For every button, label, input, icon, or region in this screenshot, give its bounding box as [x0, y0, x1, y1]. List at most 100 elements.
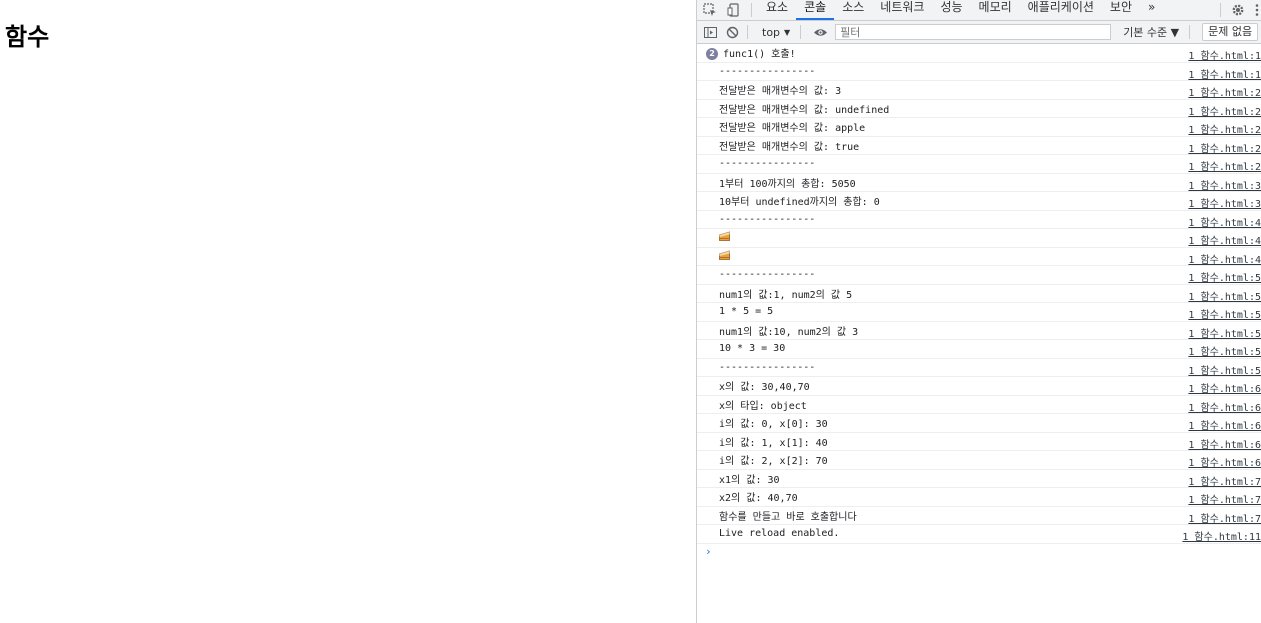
- tab-performance[interactable]: 성능: [932, 0, 970, 20]
- source-link[interactable]: 1 함수.html:11: [1182, 528, 1261, 543]
- source-link[interactable]: 1 함수.html:4: [1188, 214, 1261, 229]
- source-link[interactable]: 1 함수.html:4: [1188, 251, 1261, 266]
- console-message-row: x의 타입: object 1 함수.html:6: [697, 396, 1261, 414]
- gear-icon[interactable]: [1231, 3, 1245, 17]
- console-message-text: x의 타입: object: [719, 400, 807, 412]
- console-message-text: 전달받은 매개변수의 값: true: [719, 141, 860, 153]
- source-link[interactable]: 1 함수.html:4: [1188, 232, 1261, 247]
- log-levels-dropdown[interactable]: 기본 수준 ▼: [1119, 24, 1183, 40]
- source-link[interactable]: 1 함수.html:3: [1188, 177, 1261, 192]
- toolbar-divider: [1189, 25, 1191, 39]
- tab-network[interactable]: 네트워크: [872, 0, 932, 20]
- source-link[interactable]: 1 함수.html:1: [1188, 66, 1261, 81]
- source-link[interactable]: 1 함수.html:2: [1188, 84, 1261, 99]
- source-link[interactable]: 1 함수.html:1: [1188, 47, 1261, 62]
- console-message-row: 1 * 5 = 5 1 함수.html:5: [697, 303, 1261, 322]
- context-selector[interactable]: top ▼: [758, 26, 794, 39]
- source-link[interactable]: 1 함수.html:6: [1188, 436, 1261, 451]
- source-link[interactable]: 1 함수.html:2: [1188, 158, 1261, 173]
- console-message-text: 10 * 3 = 30: [719, 343, 786, 355]
- console-message-row: x2의 값: 40,70 1 함수.html:7: [697, 488, 1261, 507]
- kebab-menu-icon[interactable]: [1253, 3, 1261, 17]
- console-message-text: ----------------: [719, 158, 816, 170]
- chevron-down-icon: ▼: [784, 27, 791, 37]
- console-message-row: 2 func1() 호출! 1 함수.html:1: [697, 44, 1261, 63]
- console-toolbar: top ▼ 기본 수준 ▼ 문제 없음: [697, 21, 1261, 44]
- source-link[interactable]: 1 함수.html:5: [1188, 343, 1261, 358]
- console-message-row: num1의 값:10, num2의 값 3 1 함수.html:5: [697, 322, 1261, 340]
- sidebar-toggle-icon[interactable]: [701, 23, 719, 41]
- tab-console[interactable]: 콘솔: [796, 0, 835, 20]
- console-message-text: 전달받은 매개변수의 값: 3: [719, 86, 842, 98]
- console-message-row: ---------------- 1 함수.html:5: [697, 266, 1261, 285]
- source-link[interactable]: 1 함수.html:5: [1188, 269, 1261, 284]
- source-link[interactable]: 1 함수.html:5: [1188, 362, 1261, 377]
- console-message-row: 1부터 100까지의 총합: 5050 1 함수.html:3: [697, 174, 1261, 192]
- console-message-text: 1 * 5 = 5: [719, 306, 774, 318]
- console-message-row: i의 값: 1, x[1]: 40 1 함수.html:6: [697, 433, 1261, 451]
- console-message-text: 전달받은 매개변수의 값: undefined: [719, 104, 890, 116]
- console-message-row: ---------------- 1 함수.html:4: [697, 211, 1261, 229]
- source-link[interactable]: 1 함수.html:2: [1188, 121, 1261, 136]
- source-link[interactable]: 1 함수.html:5: [1188, 306, 1261, 321]
- console-message-text: x2의 값: 40,70: [719, 493, 798, 505]
- source-link[interactable]: 1 함수.html:5: [1188, 288, 1261, 303]
- console-message-text: x의 값: 30,40,70: [719, 382, 810, 394]
- console-message-row: 전달받은 매개변수의 값: true 1 함수.html:2: [697, 137, 1261, 155]
- page-content: 함수: [0, 0, 696, 623]
- clear-console-icon[interactable]: [723, 23, 741, 41]
- issues-button[interactable]: 문제 없음: [1202, 23, 1259, 41]
- tab-elements[interactable]: 요소: [758, 0, 796, 20]
- source-link[interactable]: 1 함수.html:7: [1188, 510, 1261, 525]
- eye-icon[interactable]: [811, 23, 829, 41]
- tab-sources[interactable]: 소스: [834, 0, 872, 20]
- console-message-row: ---------------- 1 함수.html:5: [697, 359, 1261, 377]
- devtools-tabbar: 요소 콘솔 소스 네트워크 성능 메모리 애플리케이션 보안 »: [697, 0, 1261, 21]
- console-message-text: i의 값: 1, x[1]: 40: [719, 437, 828, 449]
- devtools-panel: 요소 콘솔 소스 네트워크 성능 메모리 애플리케이션 보안 » top ▼ 필…: [696, 0, 1261, 623]
- source-link[interactable]: 1 함수.html:2: [1188, 103, 1261, 118]
- console-message-text: 함수를 만들고 바로 호출합니다: [719, 511, 857, 523]
- console-output: 2 func1() 호출! 1 함수.html:1 ---------------- 1…: [697, 44, 1261, 623]
- source-link[interactable]: 1 함수.html:7: [1188, 491, 1261, 506]
- console-message-text: [697, 231, 730, 244]
- console-message-row: i의 값: 2, x[2]: 70 1 함수.html:6: [697, 451, 1261, 470]
- filter-input[interactable]: [835, 24, 1112, 40]
- source-link[interactable]: 1 함수.html:6: [1188, 399, 1261, 414]
- tab-application[interactable]: 애플리케이션: [1020, 0, 1102, 20]
- console-message-text: 1부터 100까지의 총합: 5050: [719, 178, 856, 190]
- console-message-row: 10부터 undefined까지의 총합: 0 1 함수.html:3: [697, 192, 1261, 211]
- console-message-text: 10부터 undefined까지의 총합: 0: [719, 197, 880, 209]
- toolbar-divider: [1220, 3, 1221, 17]
- source-link[interactable]: 1 함수.html:6: [1188, 454, 1261, 469]
- console-message-row: 전달받은 매개변수의 값: apple 1 함수.html:2: [697, 118, 1261, 137]
- inspect-element-icon[interactable]: [703, 3, 717, 17]
- console-message-text: Live reload enabled.: [719, 528, 840, 540]
- source-link[interactable]: 1 함수.html:6: [1188, 417, 1261, 432]
- console-message-text: ----------------: [719, 361, 816, 373]
- console-prompt[interactable]: ›: [697, 544, 1261, 560]
- device-toolbar-icon[interactable]: [727, 3, 741, 17]
- console-message-row: x1의 값: 30 1 함수.html:7: [697, 470, 1261, 488]
- source-link[interactable]: 1 함수.html:3: [1188, 195, 1261, 210]
- more-tabs-button[interactable]: »: [1140, 0, 1163, 20]
- page-heading: 함수: [5, 23, 50, 51]
- tab-security[interactable]: 보안: [1102, 0, 1140, 20]
- source-link[interactable]: 1 함수.html:7: [1188, 473, 1261, 488]
- console-message-row: i의 값: 0, x[0]: 30 1 함수.html:6: [697, 414, 1261, 433]
- source-link[interactable]: 1 함수.html:5: [1188, 325, 1261, 340]
- console-message-row: 전달받은 매개변수의 값: undefined 1 함수.html:2: [697, 100, 1261, 118]
- source-link[interactable]: 1 함수.html:6: [1188, 380, 1261, 395]
- console-message-text: [697, 250, 730, 263]
- console-message-row: 전달받은 매개변수의 값: 3 1 함수.html:2: [697, 81, 1261, 100]
- console-message-row: 함수를 만들고 바로 호출합니다 1 함수.html:7: [697, 507, 1261, 525]
- tab-memory[interactable]: 메모리: [971, 0, 1020, 20]
- source-link[interactable]: 1 함수.html:2: [1188, 140, 1261, 155]
- console-message-row: ---------------- 1 함수.html:2: [697, 155, 1261, 174]
- console-message-text: num1의 값:1, num2의 값 5: [719, 289, 853, 301]
- console-message-row: ---------------- 1 함수.html:1: [697, 63, 1261, 81]
- console-message-text: num1의 값:10, num2의 값 3: [719, 326, 859, 338]
- console-message-text: ----------------: [719, 213, 816, 225]
- console-message-text: 전달받은 매개변수의 값: apple: [719, 123, 866, 135]
- console-message-text: ----------------: [719, 269, 816, 281]
